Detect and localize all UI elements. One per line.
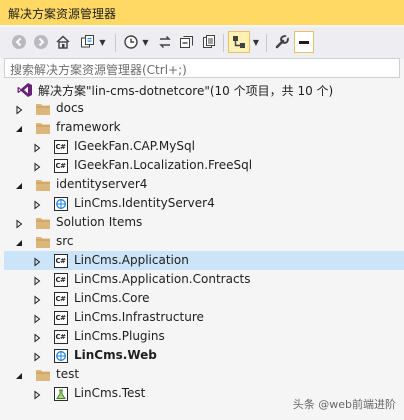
tree-item-label: LinCms.Core — [74, 291, 150, 305]
csharp-project-icon: C# — [52, 157, 69, 174]
tree-item-label: docs — [56, 101, 84, 115]
folder-icon — [34, 100, 51, 117]
collapsed-arrow-icon[interactable] — [32, 313, 42, 324]
csharp-project-icon: C# — [52, 328, 69, 345]
csharp-project-icon: C# — [52, 138, 69, 155]
web-project-icon — [52, 347, 69, 364]
folder-icon — [34, 214, 51, 231]
tree-item-label: LinCms.Web — [74, 348, 157, 362]
test-project-icon — [52, 385, 69, 402]
sync-icon[interactable] — [156, 31, 174, 53]
collapsed-arrow-icon[interactable] — [14, 218, 24, 229]
collapsed-arrow-icon[interactable] — [32, 256, 42, 267]
folder-row[interactable]: src — [4, 232, 404, 251]
tree-item-label: LinCms.Application — [74, 253, 189, 267]
solution-node[interactable]: 解决方案"lin-cms-dotnetcore"(10 个项目，共 10 个) — [4, 80, 404, 99]
tree-item-label: src — [56, 234, 74, 248]
project-row[interactable]: C# LinCms.Application — [4, 251, 404, 270]
tree-item-label: framework — [56, 120, 121, 134]
home-icon[interactable] — [54, 31, 72, 53]
folder-row[interactable]: framework — [4, 118, 404, 137]
show-all-files-icon[interactable] — [200, 31, 218, 53]
web-project-icon — [52, 195, 69, 212]
watermark: 头条 @web前端进阶 — [292, 398, 396, 411]
folder-icon — [34, 233, 51, 250]
project-row[interactable]: C# LinCms.Infrastructure — [4, 308, 404, 327]
search-input[interactable]: 搜索解决方案资源管理器(Ctrl+;) — [4, 58, 400, 78]
collapsed-arrow-icon[interactable] — [32, 389, 42, 400]
expanded-arrow-icon[interactable] — [14, 370, 24, 380]
project-row[interactable]: C# IGeekFan.Localization.FreeSql — [4, 156, 404, 175]
collapsed-arrow-icon[interactable] — [32, 294, 42, 305]
collapse-all-icon[interactable] — [178, 31, 196, 53]
collapsed-arrow-icon[interactable] — [32, 199, 42, 210]
collapsed-arrow-icon[interactable] — [32, 275, 42, 286]
csharp-project-icon: C# — [52, 290, 69, 307]
expanded-arrow-icon[interactable] — [14, 180, 24, 190]
tree-item-label: LinCms.Application.Contracts — [74, 272, 251, 286]
toolbar: ▼ ▼ ▼ — [0, 27, 404, 59]
tree-item-label: IGeekFan.CAP.MySql — [74, 139, 195, 153]
tree-item-label: LinCms.Plugins — [74, 329, 165, 343]
project-row[interactable]: LinCms.Web — [4, 346, 404, 365]
solution-tree: 解决方案"lin-cms-dotnetcore"(10 个项目，共 10 个) … — [4, 80, 404, 420]
window-title: 解决方案资源管理器 — [0, 0, 404, 25]
folder-icon — [34, 176, 51, 193]
expanded-arrow-icon[interactable] — [14, 123, 24, 133]
csharp-project-icon: C# — [52, 252, 69, 269]
project-row[interactable]: C# LinCms.Core — [4, 289, 404, 308]
csharp-project-icon: C# — [52, 309, 69, 326]
preview-icon[interactable] — [228, 31, 250, 53]
solution-label: 解决方案"lin-cms-dotnetcore"(10 个项目，共 10 个) — [38, 84, 334, 98]
csharp-project-icon: C# — [52, 271, 69, 288]
folder-row[interactable]: Solution Items — [4, 213, 404, 232]
collapsed-arrow-icon[interactable] — [32, 351, 42, 362]
tree-item-label: Solution Items — [56, 215, 143, 229]
tree-item-label: LinCms.IdentityServer4 — [74, 196, 215, 210]
collapsed-arrow-icon[interactable] — [32, 332, 42, 343]
folder-row[interactable]: identityserver4 — [4, 175, 404, 194]
back-icon[interactable] — [10, 31, 28, 53]
tree-item-label: LinCms.Infrastructure — [74, 310, 204, 324]
project-row[interactable]: LinCms.IdentityServer4 — [4, 194, 404, 213]
folder-row[interactable]: docs — [4, 99, 404, 118]
preview-dropdown-icon[interactable]: ▼ — [250, 31, 262, 53]
history-icon[interactable]: ▼ — [120, 31, 152, 53]
properties-icon[interactable] — [272, 31, 292, 53]
folder-icon — [34, 366, 51, 383]
project-row[interactable]: C# IGeekFan.CAP.MySql — [4, 137, 404, 156]
forward-icon[interactable] — [32, 31, 50, 53]
tree-item-label: test — [56, 367, 80, 381]
switch-views-icon[interactable]: ▼ — [76, 31, 110, 53]
tree-item-label: IGeekFan.Localization.FreeSql — [74, 158, 253, 172]
collapsed-arrow-icon[interactable] — [32, 161, 42, 172]
collapsed-arrow-icon[interactable] — [14, 104, 24, 115]
collapsed-arrow-icon[interactable] — [32, 142, 42, 153]
visual-studio-solution-icon — [16, 81, 33, 98]
pin-icon[interactable] — [294, 31, 314, 53]
project-row[interactable]: C# LinCms.Plugins — [4, 327, 404, 346]
tree-item-label: identityserver4 — [56, 177, 148, 191]
folder-row[interactable]: test — [4, 365, 404, 384]
project-row[interactable]: C# LinCms.Application.Contracts — [4, 270, 404, 289]
expanded-arrow-icon[interactable] — [14, 237, 24, 247]
folder-icon — [34, 119, 51, 136]
tree-item-label: LinCms.Test — [74, 386, 146, 400]
